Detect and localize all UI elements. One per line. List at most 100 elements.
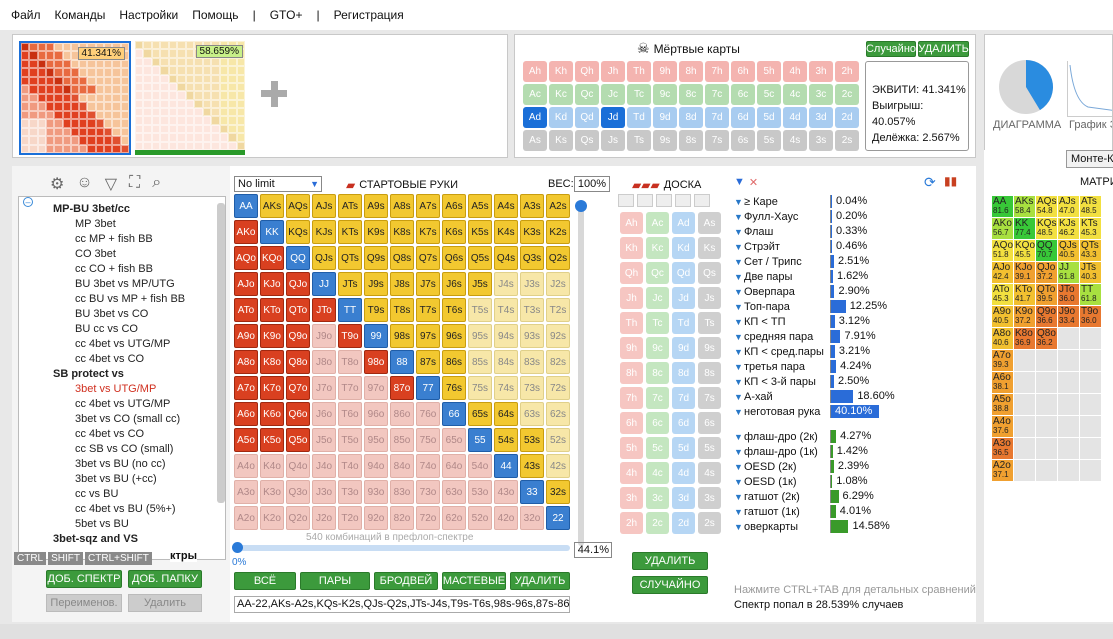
random-board-button[interactable]: СЛУЧАЙНО (632, 576, 708, 594)
hand-cell[interactable]: 53s (520, 428, 544, 452)
equity-cell[interactable] (1058, 438, 1079, 459)
dead-card[interactable]: Kd (549, 107, 573, 128)
range-tree[interactable]: – MP-BU 3bet/cc MP 3bet cc MP + fish BB CO … (18, 196, 226, 560)
board-card[interactable]: 9c (646, 337, 669, 359)
hand-cell[interactable]: J8o (312, 350, 336, 374)
hand-cell[interactable]: 75s (468, 376, 492, 400)
hand-cell[interactable]: T2o (338, 506, 362, 530)
stat-row[interactable]: ▼ неготовая рука 40.10% (734, 404, 890, 419)
tree-item[interactable]: MP-BU 3bet/cc (53, 203, 225, 218)
hand-cell[interactable]: T4s (494, 298, 518, 322)
equity-cell[interactable] (1080, 438, 1101, 459)
hand-cell[interactable]: J7s (416, 272, 440, 296)
hand-cell[interactable]: Q5o (286, 428, 310, 452)
hand-cell[interactable]: A3o (234, 480, 258, 504)
dead-card[interactable]: Jd (601, 107, 625, 128)
equity-cell[interactable] (1080, 460, 1101, 481)
hand-cell[interactable]: J2s (546, 272, 570, 296)
equity-cell[interactable] (1014, 438, 1035, 459)
filter-triangle-icon[interactable]: ▼ (734, 332, 743, 342)
board-card[interactable]: 3d (672, 487, 695, 509)
hand-cell[interactable]: 63o (442, 480, 466, 504)
hand-cell[interactable]: 84s (494, 350, 518, 374)
dead-card[interactable]: 9d (653, 107, 677, 128)
board-card[interactable]: 9h (620, 337, 643, 359)
range-text-field[interactable]: AA-22,AKs-A2s,KQs-K2s,QJs-Q2s,JTs-J4s,T9… (234, 596, 570, 613)
dead-card[interactable]: Qs (575, 130, 599, 151)
board-card[interactable]: Kd (672, 237, 695, 259)
equity-cell[interactable]: Q8o 36.2 (1036, 328, 1057, 349)
board-card[interactable]: Js (698, 287, 721, 309)
hand-cell[interactable]: 93o (364, 480, 388, 504)
equity-cell[interactable]: K9o 37.2 (1014, 306, 1035, 327)
hand-cell[interactable]: 86s (442, 350, 466, 374)
board-slots[interactable] (618, 194, 710, 207)
equity-cell[interactable] (1080, 372, 1101, 393)
diagram-label[interactable]: ДИАГРАММА (993, 119, 1061, 131)
tree-item[interactable]: cc SB vs CO (small) (75, 443, 225, 458)
clear-filter-icon[interactable]: ✕ (749, 176, 758, 189)
equity-cell[interactable] (1014, 372, 1035, 393)
tree-item[interactable]: BU 3bet vs MP/UTG (75, 278, 225, 293)
tree-item[interactable]: 5bet vs BU (75, 518, 225, 533)
board-card[interactable]: Qs (698, 262, 721, 284)
dead-card[interactable]: 5d (757, 107, 781, 128)
equity-cell[interactable]: JJ 61.8 (1058, 262, 1079, 283)
dead-card[interactable]: 6h (731, 61, 755, 82)
dead-card[interactable]: Ah (523, 61, 547, 82)
filter-triangle-icon[interactable]: ▼ (734, 347, 743, 357)
dead-card[interactable]: Th (627, 61, 651, 82)
hand-cell[interactable]: T6s (442, 298, 466, 322)
hand-cell[interactable]: K6o (260, 402, 284, 426)
hand-cell[interactable]: 94o (364, 454, 388, 478)
board-card[interactable]: 5h (620, 437, 643, 459)
hand-cell[interactable]: Q3o (286, 480, 310, 504)
board-card[interactable]: 5d (672, 437, 695, 459)
start-hands-label[interactable]: СТАРТОВЫЕ РУКИ (359, 179, 458, 191)
equity-cell[interactable]: AJs 47.0 (1058, 196, 1079, 217)
hand-cell[interactable]: A5s (468, 194, 492, 218)
equity-cell[interactable]: T9o 36.0 (1080, 306, 1101, 327)
equity-cell[interactable]: QJo 37.2 (1036, 262, 1057, 283)
equity-graph[interactable] (1067, 61, 1112, 117)
stat-row[interactable]: ▼ А-хай 18.60% (734, 389, 895, 404)
dead-card[interactable]: As (523, 130, 547, 151)
equity-cell[interactable]: AKs 58.4 (1014, 196, 1035, 217)
board-card[interactable]: 4h (620, 462, 643, 484)
menu-item[interactable]: Файл (11, 8, 41, 22)
board-card[interactable]: Jc (646, 287, 669, 309)
equity-cell[interactable]: ATs 48.5 (1080, 196, 1101, 217)
board-card[interactable]: 7d (672, 387, 695, 409)
hand-cell[interactable]: KJo (260, 272, 284, 296)
dead-card[interactable]: Kh (549, 61, 573, 82)
hand-cell[interactable]: 62s (546, 402, 570, 426)
range-thumbnail-2[interactable]: 58.659% (135, 41, 245, 155)
hand-cell[interactable]: T7s (416, 298, 440, 322)
monte-carlo-select[interactable]: Монте-К (1066, 150, 1113, 168)
tree-item[interactable]: CO 3bet (75, 248, 225, 263)
hand-cell[interactable]: K7s (416, 220, 440, 244)
hand-cell[interactable]: TT (338, 298, 362, 322)
stat-row[interactable]: ▼ КП < сред.пары 3.21% (734, 344, 890, 359)
dead-card[interactable]: Jc (601, 84, 625, 105)
hand-cell[interactable]: Q7s (416, 246, 440, 270)
hand-cell[interactable]: 22 (546, 506, 570, 530)
hand-cell[interactable]: 52s (546, 428, 570, 452)
hand-cell[interactable]: 72s (546, 376, 570, 400)
stat-row[interactable]: ▼ КП < 3-й пары 2.50% (734, 374, 890, 389)
board-card[interactable]: 7h (620, 387, 643, 409)
hand-cell[interactable]: ATo (234, 298, 258, 322)
hand-cell[interactable]: 77 (416, 376, 440, 400)
hand-cell[interactable]: 95o (364, 428, 388, 452)
board-card[interactable]: 2c (646, 512, 669, 534)
equity-cell[interactable]: KQo 45.5 (1014, 240, 1035, 261)
dead-card[interactable]: Qc (575, 84, 599, 105)
filter-triangle-icon[interactable]: ▼ (734, 362, 743, 372)
equity-cell[interactable] (1014, 460, 1035, 481)
tree-item[interactable]: cc BU vs MP + fish BB (75, 293, 225, 308)
tree-item[interactable]: cc vs BU (75, 488, 225, 503)
user-icon[interactable]: ☺ (76, 174, 92, 194)
bar-chart-icon[interactable]: ▮▮ (944, 174, 957, 188)
board-card[interactable]: 4d (672, 462, 695, 484)
hand-cell[interactable]: 32s (546, 480, 570, 504)
